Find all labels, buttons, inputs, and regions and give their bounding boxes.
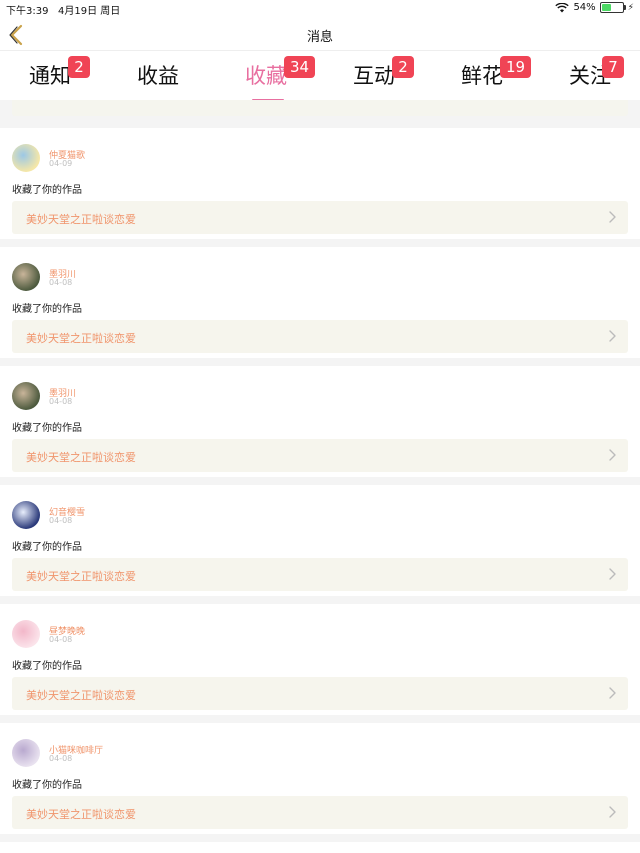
avatar[interactable] xyxy=(12,382,40,410)
tab-badge: 19 xyxy=(500,56,532,78)
status-time-date: 下午3:39 4月19日 周日 xyxy=(6,2,120,17)
feed-card: 墨羽川 04-08 收藏了你的作品 美妙天堂之正啦谈恋爱 xyxy=(0,366,640,485)
previous-card-work-box xyxy=(12,100,628,116)
status-right: 54% ⚡ xyxy=(555,2,634,13)
action-text: 收藏了你的作品 xyxy=(12,780,82,791)
avatar[interactable] xyxy=(12,144,40,172)
status-date: 4月19日 周日 xyxy=(58,6,121,17)
work-link[interactable]: 美妙天堂之正啦谈恋爱 xyxy=(12,677,628,710)
battery-icon xyxy=(599,2,626,13)
page-title: 消息 xyxy=(306,30,333,45)
chevron-right-icon xyxy=(609,687,616,699)
chevron-right-icon xyxy=(609,211,616,223)
tab-bar: 通知 2 收益 收藏 34 互动 2 鲜花 19 关注 7 xyxy=(0,50,640,101)
tab-3[interactable]: 互动 2 xyxy=(338,56,414,99)
action-text: 收藏了你的作品 xyxy=(12,304,82,315)
post-date: 04-09 xyxy=(49,159,73,168)
work-link[interactable]: 美妙天堂之正啦谈恋爱 xyxy=(12,796,628,829)
tab-label: 收益 xyxy=(137,64,179,88)
feed-card: 墨羽川 04-08 收藏了你的作品 美妙天堂之正啦谈恋爱 xyxy=(0,247,640,366)
wifi-icon xyxy=(555,2,570,12)
previous-card-remnant xyxy=(0,100,640,128)
chevron-right-icon xyxy=(609,806,616,818)
chevron-right-icon xyxy=(609,568,616,580)
work-title: 美妙天堂之正啦谈恋爱 xyxy=(26,808,136,821)
chevron-right-icon xyxy=(609,449,616,461)
post-date: 04-08 xyxy=(49,516,73,525)
chevron-right-icon xyxy=(609,330,616,342)
work-title: 美妙天堂之正啦谈恋爱 xyxy=(26,689,136,702)
action-text: 收藏了你的作品 xyxy=(12,423,82,434)
work-link[interactable]: 美妙天堂之正啦谈恋爱 xyxy=(12,439,628,472)
tab-5[interactable]: 关注 7 xyxy=(554,56,626,99)
tab-badge: 2 xyxy=(68,56,90,78)
action-text: 收藏了你的作品 xyxy=(12,542,82,553)
tab-4[interactable]: 鲜花 19 xyxy=(446,56,532,99)
feed-card: 幻音樱雪 04-08 收藏了你的作品 美妙天堂之正啦谈恋爱 xyxy=(0,485,640,604)
avatar[interactable] xyxy=(12,739,40,767)
nav-bar: 消息 xyxy=(0,18,640,50)
avatar[interactable] xyxy=(12,263,40,291)
charging-icon: ⚡ xyxy=(627,2,634,13)
tab-badge: 34 xyxy=(284,56,316,78)
action-text: 收藏了你的作品 xyxy=(12,661,82,672)
action-text: 收藏了你的作品 xyxy=(12,185,82,196)
work-title: 美妙天堂之正啦谈恋爱 xyxy=(26,451,136,464)
status-time: 下午3:39 xyxy=(6,6,49,17)
work-title: 美妙天堂之正啦谈恋爱 xyxy=(26,570,136,583)
work-link[interactable]: 美妙天堂之正啦谈恋爱 xyxy=(12,201,628,234)
tab-0[interactable]: 通知 2 xyxy=(14,56,90,99)
post-date: 04-08 xyxy=(49,635,73,644)
post-date: 04-08 xyxy=(49,397,73,406)
work-link[interactable]: 美妙天堂之正啦谈恋爱 xyxy=(12,558,628,591)
tab-1[interactable]: 收益 xyxy=(122,59,194,99)
tab-badge: 7 xyxy=(602,56,624,78)
feed-card: 昼梦晚晚 04-08 收藏了你的作品 美妙天堂之正啦谈恋爱 xyxy=(0,604,640,723)
feed-card: 小猫咪咖啡厅 04-08 收藏了你的作品 美妙天堂之正啦谈恋爱 xyxy=(0,723,640,842)
work-title: 美妙天堂之正啦谈恋爱 xyxy=(26,332,136,345)
work-link[interactable]: 美妙天堂之正啦谈恋爱 xyxy=(12,320,628,353)
battery-percent: 54% xyxy=(573,2,596,13)
favorites-feed: 仲夏猫歌 04-09 收藏了你的作品 美妙天堂之正啦谈恋爱 墨羽川 04-08 收藏了你的作… xyxy=(0,128,640,842)
post-date: 04-08 xyxy=(49,278,73,287)
avatar[interactable] xyxy=(12,501,40,529)
status-bar: 下午3:39 4月19日 周日 54% ⚡ xyxy=(0,0,640,18)
avatar[interactable] xyxy=(12,620,40,648)
tab-badge: 2 xyxy=(392,56,414,78)
tab-2[interactable]: 收藏 34 xyxy=(230,56,316,101)
work-title: 美妙天堂之正啦谈恋爱 xyxy=(26,213,136,226)
post-date: 04-08 xyxy=(49,754,73,763)
feed-card: 仲夏猫歌 04-09 收藏了你的作品 美妙天堂之正啦谈恋爱 xyxy=(0,128,640,247)
